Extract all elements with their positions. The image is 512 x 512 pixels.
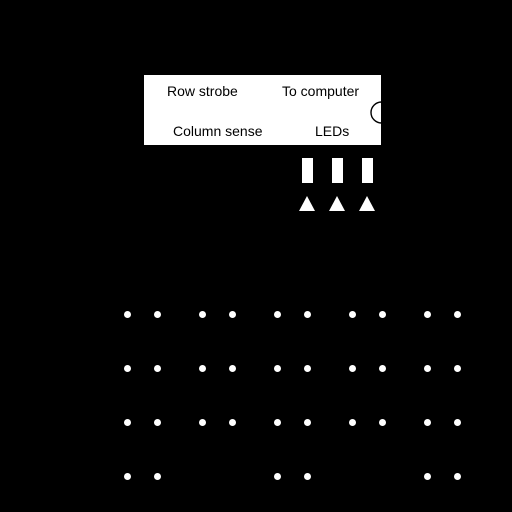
key-switch-dot-r3-c9 — [423, 418, 431, 426]
key-switch-dot-r3-c5 — [273, 418, 281, 426]
key-switch-dot-r1-c6 — [303, 310, 311, 318]
key-switch-dot-r2-c10 — [453, 364, 461, 372]
key-switch-dot-r1-c8 — [378, 310, 386, 318]
key-switch-dot-r1-c5 — [273, 310, 281, 318]
key-switch-dot-r4-c6 — [303, 472, 311, 480]
key-switch-dot-r3-c4 — [228, 418, 236, 426]
key-switch-dot-matrix — [0, 0, 512, 512]
key-switch-dot-r4-c1 — [123, 472, 131, 480]
key-switch-dot-r2-c3 — [198, 364, 206, 372]
key-switch-dot-r3-c1 — [123, 418, 131, 426]
key-switch-dot-r2-c6 — [303, 364, 311, 372]
key-switch-dot-r3-c10 — [453, 418, 461, 426]
key-switch-dot-r4-c5 — [273, 472, 281, 480]
key-switch-dot-r1-c1 — [123, 310, 131, 318]
key-switch-dot-r2-c7 — [348, 364, 356, 372]
key-switch-dot-r1-c3 — [198, 310, 206, 318]
key-switch-dot-r4-c10 — [453, 472, 461, 480]
key-switch-dot-r2-c5 — [273, 364, 281, 372]
key-switch-dot-r1-c10 — [453, 310, 461, 318]
key-switch-dot-r3-c3 — [198, 418, 206, 426]
key-switch-dot-r2-c9 — [423, 364, 431, 372]
key-switch-dot-r1-c4 — [228, 310, 236, 318]
key-switch-dot-r3-c6 — [303, 418, 311, 426]
key-switch-dot-r3-c7 — [348, 418, 356, 426]
key-switch-dot-r3-c8 — [378, 418, 386, 426]
key-switch-dot-r4-c2 — [153, 472, 161, 480]
key-switch-dot-r1-c9 — [423, 310, 431, 318]
key-switch-dot-r2-c1 — [123, 364, 131, 372]
diagram-canvas: Row strobe To computer Column sense LEDs — [0, 0, 512, 512]
key-switch-dot-r3-c2 — [153, 418, 161, 426]
key-switch-dot-r2-c2 — [153, 364, 161, 372]
key-switch-dot-r2-c4 — [228, 364, 236, 372]
key-switch-dot-r2-c8 — [378, 364, 386, 372]
key-switch-dot-r4-c9 — [423, 472, 431, 480]
key-switch-dot-r1-c7 — [348, 310, 356, 318]
key-switch-dot-r1-c2 — [153, 310, 161, 318]
